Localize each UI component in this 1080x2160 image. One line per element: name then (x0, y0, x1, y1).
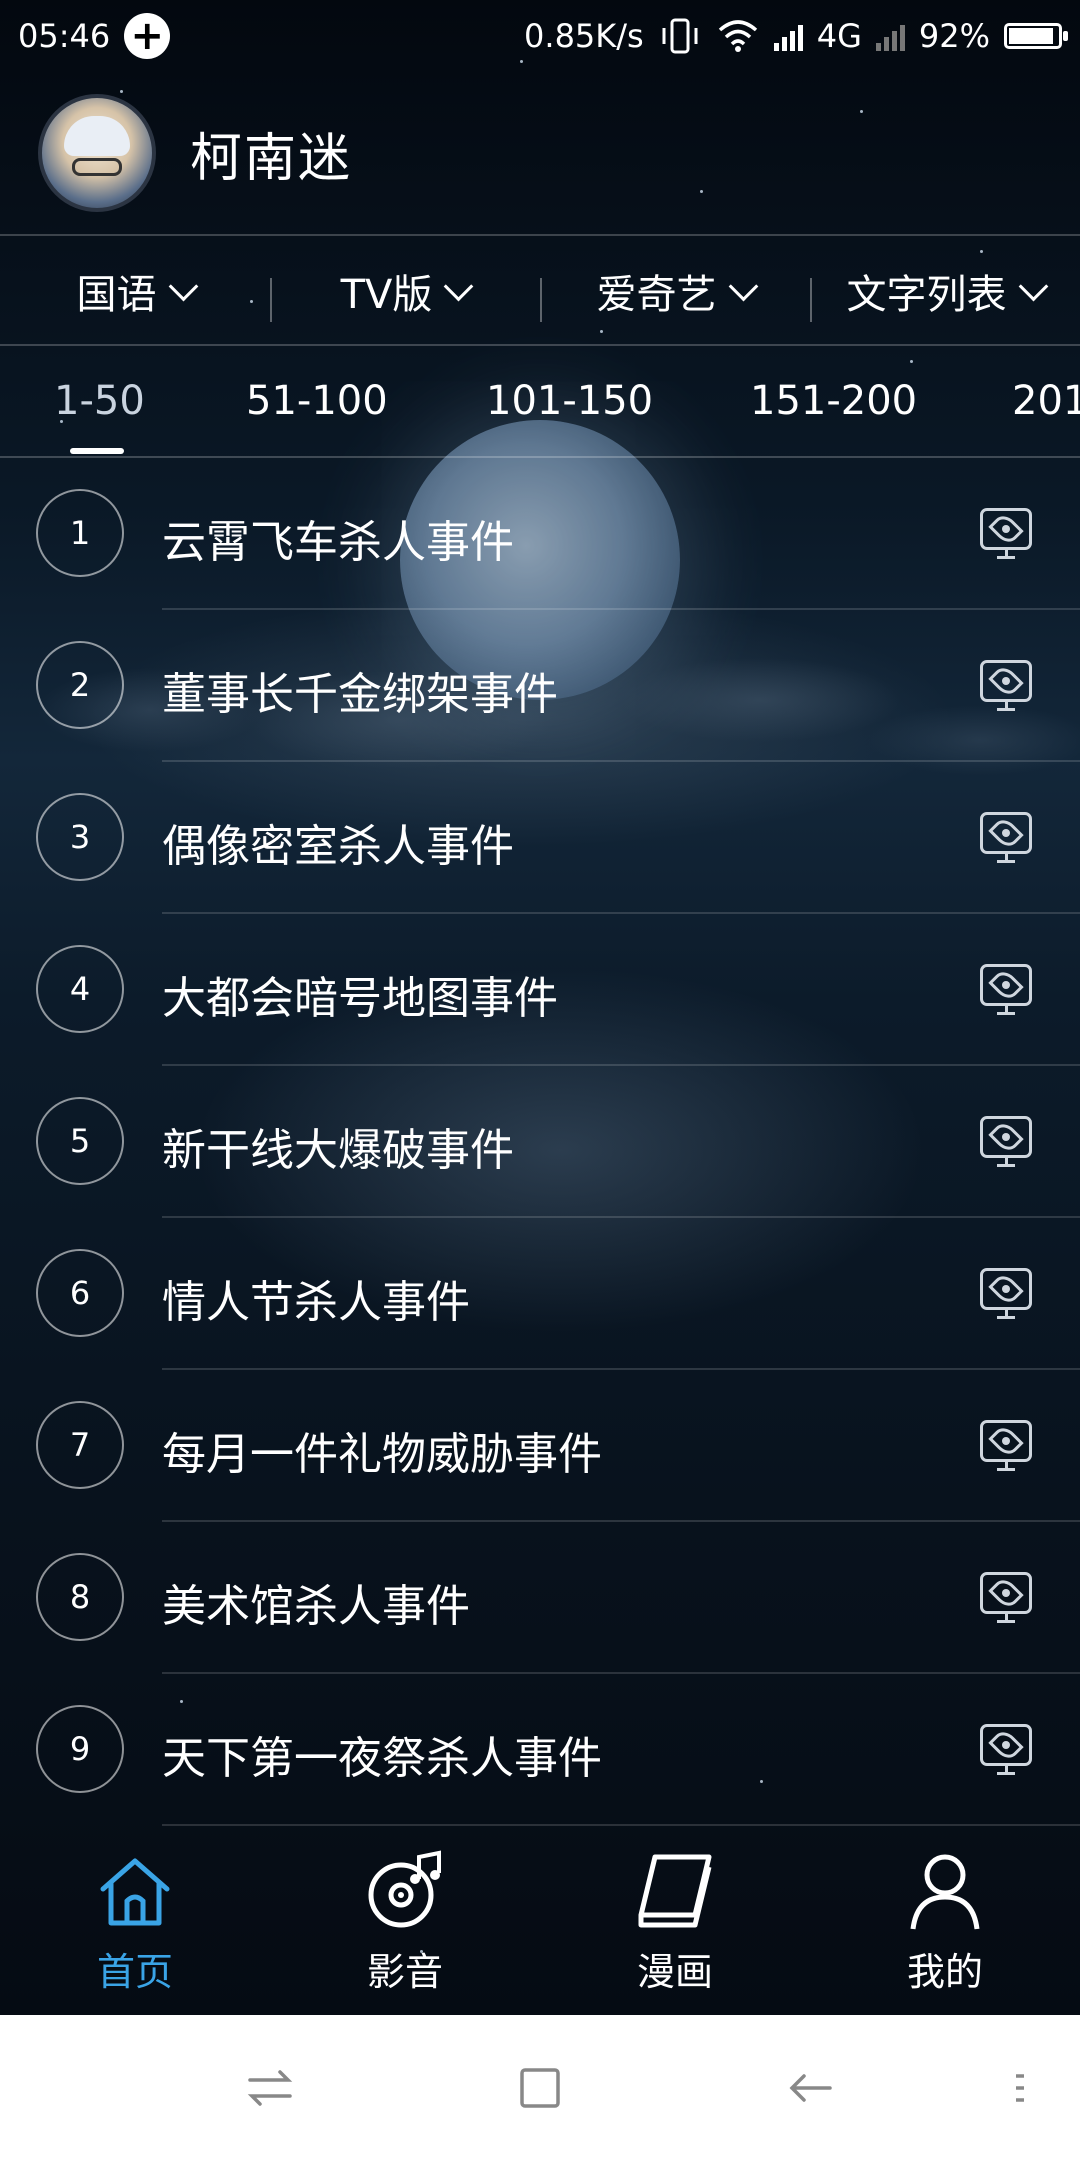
home-button[interactable] (480, 2015, 600, 2160)
episode-range-tabs: 1-50 51-100 101-150 151-200 201 (0, 348, 1080, 456)
nav-label: 漫画 (636, 1950, 713, 1994)
header-divider (0, 234, 1080, 236)
back-arrow-icon (789, 2073, 832, 2102)
tab-range-101-150[interactable]: 101-150 (486, 378, 653, 424)
episode-number: 2 (36, 641, 124, 729)
filter-label: 国语 (76, 272, 157, 318)
list-item[interactable]: 3 偶像密室杀人事件 (0, 762, 1080, 914)
list-item[interactable]: 5 新干线大爆破事件 (0, 1066, 1080, 1218)
list-item[interactable]: 8 美术馆杀人事件 (0, 1522, 1080, 1674)
nav-media[interactable]: 影音 (270, 1830, 540, 2015)
signal-strength-icon (773, 21, 803, 51)
episode-number: 3 (36, 793, 124, 881)
nav-profile[interactable]: 我的 (810, 1830, 1080, 2015)
list-item[interactable]: 2 董事长千金绑架事件 (0, 610, 1080, 762)
system-nav-bar (0, 2015, 1080, 2160)
episode-title[interactable]: 情人节杀人事件 (162, 1266, 470, 1330)
status-bar: 05:46 + 0.85K/s 4G 92% (0, 0, 1080, 72)
episode-title[interactable]: 偶像密室杀人事件 (162, 810, 514, 874)
episode-title[interactable]: 新干线大爆破事件 (162, 1114, 514, 1178)
tab-range-51-100[interactable]: 51-100 (246, 378, 388, 424)
home-icon (100, 1858, 170, 1926)
episode-number: 6 (36, 1249, 124, 1337)
episode-title[interactable]: 美术馆杀人事件 (162, 1570, 470, 1634)
tab-range-151-200[interactable]: 151-200 (750, 378, 917, 424)
profile-header: 柯南迷 (0, 72, 1080, 234)
vibrate-icon (662, 18, 698, 54)
nav-home[interactable]: 首页 (0, 1830, 270, 2015)
chevron-down-icon (728, 271, 758, 301)
filter-divider (0, 344, 1080, 346)
plus-circle-icon: + (124, 13, 171, 59)
filter-label: 文字列表 (846, 272, 1007, 318)
recent-apps-button[interactable] (210, 2015, 330, 2160)
filter-language-dropdown[interactable]: 国语 (0, 262, 270, 320)
tab-range-201[interactable]: 201 (1012, 378, 1080, 424)
watch-eye-icon[interactable] (980, 1724, 1032, 1775)
episode-title[interactable]: 大都会暗号地图事件 (162, 962, 558, 1026)
battery-fill (1009, 28, 1054, 44)
network-type: 4G (816, 17, 862, 55)
watch-eye-icon[interactable] (980, 1268, 1032, 1319)
music-disc-icon (368, 1850, 441, 1928)
signal-strength-secondary-icon (875, 21, 905, 51)
episode-number: 4 (36, 945, 124, 1033)
list-item[interactable]: 9 天下第一夜祭杀人事件 (0, 1674, 1080, 1826)
nav-label: 影音 (366, 1950, 443, 1994)
chevron-down-icon (444, 271, 474, 301)
tab-range-1-50[interactable]: 1-50 (54, 378, 145, 424)
filter-source-dropdown[interactable]: 爱奇艺 (540, 262, 810, 322)
username[interactable]: 柯南迷 (190, 116, 352, 191)
watch-eye-icon[interactable] (980, 1420, 1032, 1471)
episode-number: 5 (36, 1097, 124, 1185)
switch-arrows-icon (247, 2069, 293, 2106)
nav-label: 我的 (906, 1950, 983, 1994)
person-icon (910, 1854, 980, 1930)
battery-percent: 92% (918, 17, 990, 55)
battery-icon (1004, 23, 1068, 49)
episode-title[interactable]: 云霄飞车杀人事件 (162, 506, 514, 570)
filter-bar: 国语 TV版 爱奇艺 文字列表 (0, 238, 1080, 344)
menu-dots-icon (1016, 2073, 1024, 2102)
filter-label: TV版 (340, 272, 433, 318)
episode-list: 1 云霄飞车杀人事件 2 董事长千金绑架事件 3 偶像密室杀人事件 4 大都会暗号地图事件 5 新… (0, 458, 1080, 1826)
list-item[interactable]: 4 大都会暗号地图事件 (0, 914, 1080, 1066)
filter-label: 爱奇艺 (596, 272, 717, 318)
filter-version-dropdown[interactable]: TV版 (270, 262, 540, 322)
chevron-down-icon (1018, 271, 1048, 301)
list-item[interactable]: 1 云霄飞车杀人事件 (0, 458, 1080, 610)
episode-title[interactable]: 董事长千金绑架事件 (162, 658, 558, 722)
episode-number: 7 (36, 1401, 124, 1489)
avatar[interactable] (38, 94, 156, 212)
status-time: 05:46 (18, 17, 111, 55)
episode-number: 8 (36, 1553, 124, 1641)
menu-button[interactable] (960, 2015, 1080, 2160)
chevron-down-icon (168, 271, 198, 301)
watch-eye-icon[interactable] (980, 660, 1032, 711)
list-item[interactable]: 6 情人节杀人事件 (0, 1218, 1080, 1370)
back-button[interactable] (750, 2015, 870, 2160)
episode-title[interactable]: 每月一件礼物威胁事件 (162, 1418, 602, 1482)
row-divider (162, 1824, 1080, 1826)
episode-number: 1 (36, 489, 124, 577)
watch-eye-icon[interactable] (980, 1116, 1032, 1167)
nav-label: 首页 (96, 1950, 173, 1994)
active-tab-indicator (70, 448, 124, 454)
book-icon (638, 1854, 712, 1928)
watch-eye-icon[interactable] (980, 964, 1032, 1015)
bottom-nav: 首页 影音 漫画 我的 (0, 1830, 1080, 2015)
episode-title[interactable]: 天下第一夜祭杀人事件 (162, 1722, 602, 1786)
network-speed: 0.85K/s (524, 17, 644, 55)
filter-view-mode-dropdown[interactable]: 文字列表 (810, 262, 1080, 322)
wifi-icon (718, 20, 757, 52)
list-item[interactable]: 7 每月一件礼物威胁事件 (0, 1370, 1080, 1522)
watch-eye-icon[interactable] (980, 508, 1032, 559)
square-icon (520, 2067, 560, 2108)
watch-eye-icon[interactable] (980, 812, 1032, 863)
nav-comics[interactable]: 漫画 (540, 1830, 810, 2015)
watch-eye-icon[interactable] (980, 1572, 1032, 1623)
episode-number: 9 (36, 1705, 124, 1793)
